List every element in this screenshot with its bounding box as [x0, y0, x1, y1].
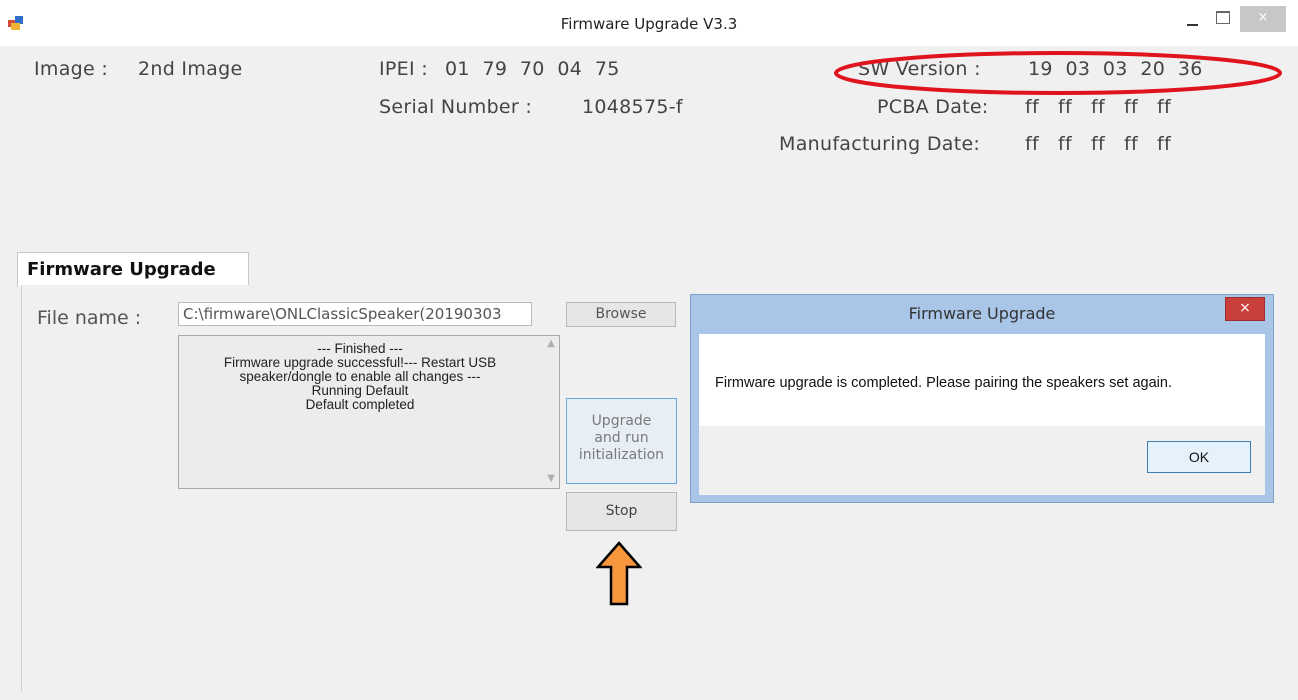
window-title: Firmware Upgrade V3.3	[560, 15, 738, 33]
title-bar: Firmware Upgrade V3.3 ×	[0, 0, 1298, 46]
app-window: Firmware Upgrade V3.3 × Image : 2nd Imag…	[0, 0, 1298, 700]
file-name-label: File name :	[37, 307, 142, 329]
maximize-button[interactable]	[1208, 6, 1238, 32]
manufacturing-date-value: ff ff ff ff ff	[1025, 133, 1171, 155]
log-line: Running Default	[311, 383, 409, 398]
stop-button[interactable]: Stop	[566, 492, 677, 531]
up-arrow-icon	[596, 541, 642, 606]
tab-label: Firmware Upgrade	[27, 259, 216, 280]
browse-button[interactable]: Browse	[566, 302, 676, 327]
tab-firmware-upgrade[interactable]: Firmware Upgrade	[17, 252, 249, 287]
close-button[interactable]: ×	[1240, 6, 1286, 32]
serial-number-label: Serial Number :	[379, 96, 533, 118]
log-line: Default completed	[305, 397, 415, 412]
image-value: 2nd Image	[138, 58, 243, 80]
ipei-value: 01 79 70 04 75	[445, 58, 620, 80]
manufacturing-date-label: Manufacturing Date:	[779, 133, 981, 155]
dialog-title: Firmware Upgrade	[908, 304, 1056, 323]
log-line: --- Finished ---	[317, 341, 403, 356]
dialog-message: Firmware upgrade is completed. Please pa…	[715, 375, 1172, 391]
log-line: --- Finished --- Firmware upgrade success…	[181, 342, 539, 412]
upgrade-and-run-initialization-button[interactable]: Upgrade and run initialization	[566, 398, 677, 484]
log-line: Firmware upgrade successful!--- Restart …	[223, 355, 497, 384]
dialog-footer: OK	[699, 426, 1265, 495]
file-name-input[interactable]	[178, 302, 532, 326]
ipei-label: IPEI :	[379, 58, 428, 80]
minimize-button[interactable]	[1177, 6, 1207, 32]
log-text: --- Finished --- Firmware upgrade success…	[181, 342, 539, 412]
scroll-down-icon[interactable]: ▼	[547, 473, 555, 484]
image-label: Image :	[34, 58, 109, 80]
sw-version-highlight-ellipse	[834, 51, 1282, 95]
dialog-body: Firmware upgrade is completed. Please pa…	[699, 334, 1265, 426]
completion-dialog: Firmware Upgrade × Firmware upgrade is c…	[690, 294, 1274, 503]
serial-number-value: 1048575-f	[582, 96, 683, 118]
pcba-date-value: ff ff ff ff ff	[1025, 96, 1171, 118]
dialog-close-button[interactable]: ×	[1225, 297, 1265, 321]
scroll-up-icon[interactable]: ▲	[547, 338, 555, 349]
ok-button[interactable]: OK	[1147, 441, 1251, 473]
pcba-date-label: PCBA Date:	[877, 96, 989, 118]
log-output[interactable]: --- Finished --- Firmware upgrade success…	[178, 335, 560, 489]
